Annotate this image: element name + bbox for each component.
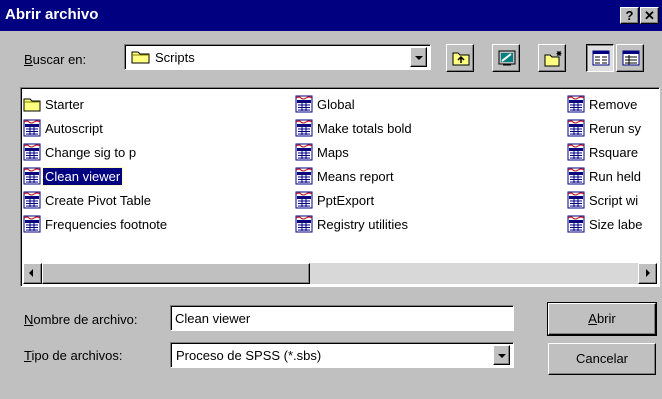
script-file-icon (23, 191, 43, 209)
look-in-label: Buscar en: (24, 52, 87, 67)
file-name-text: PptExport (317, 192, 375, 208)
up-one-level-button[interactable] (446, 44, 474, 72)
file-name-text: Change sig to p (45, 144, 137, 160)
script-file-icon (295, 95, 315, 113)
file-list-column-3: Remove Rerun sy Rsquare Run held Script wi Si… (567, 92, 659, 236)
script-file-icon (295, 119, 315, 137)
file-list[interactable]: Starter Autoscript Change sig to p Clean vi… (20, 87, 660, 287)
file-name-text: Rerun sy (589, 120, 642, 136)
file-list-item[interactable]: Create Pivot Table (23, 188, 295, 212)
file-name-text: Size labe (589, 216, 643, 232)
scroll-left-button[interactable] (23, 263, 42, 284)
file-list-item[interactable]: Remove (567, 92, 659, 116)
file-name-text: Frequencies footnote (45, 216, 168, 232)
file-list-column-1: Starter Autoscript Change sig to p Clean vi… (23, 92, 295, 236)
file-list-item[interactable]: Clean viewer (23, 164, 295, 188)
file-name-text: Autoscript (45, 120, 103, 136)
script-file-icon (567, 215, 587, 233)
list-view-button[interactable] (586, 44, 614, 72)
script-file-icon (23, 119, 43, 137)
script-file-icon (295, 191, 315, 209)
details-view-button[interactable] (616, 44, 644, 72)
script-file-icon (567, 191, 587, 209)
file-name-text: Maps (317, 144, 349, 160)
script-file-icon (23, 143, 43, 161)
file-list-item[interactable]: Rsquare (567, 140, 659, 164)
file-list-item[interactable]: Maps (295, 140, 567, 164)
scroll-right-button[interactable] (638, 263, 657, 284)
file-list-item[interactable]: Registry utilities (295, 212, 567, 236)
file-list-item[interactable]: Frequencies footnote (23, 212, 295, 236)
file-name-text: Create Pivot Table (45, 192, 151, 208)
new-folder-button[interactable] (538, 44, 566, 72)
file-name-label: Nombre de archivo: (24, 312, 138, 327)
file-list-item[interactable]: Script wi (567, 188, 659, 212)
file-name-text: Rsquare (589, 144, 639, 160)
file-list-item[interactable]: Size labe (567, 212, 659, 236)
script-file-icon (295, 143, 315, 161)
help-button[interactable]: ? (620, 7, 639, 24)
file-name-text: Means report (317, 168, 394, 184)
close-button[interactable]: ✕ (640, 7, 659, 24)
file-type-dropdown-arrow[interactable] (493, 345, 510, 365)
script-file-icon (295, 167, 315, 185)
file-list-item[interactable]: Means report (295, 164, 567, 188)
file-type-select[interactable]: Proceso de SPSS (*.sbs) (170, 342, 514, 368)
script-file-icon (23, 167, 43, 185)
file-list-item[interactable]: Make totals bold (295, 116, 567, 140)
file-list-item[interactable]: Autoscript (23, 116, 295, 140)
file-name-text: Registry utilities (317, 216, 409, 232)
script-file-icon (567, 119, 587, 137)
script-file-icon (23, 215, 43, 233)
file-list-item[interactable]: Change sig to p (23, 140, 295, 164)
folder-icon (23, 95, 43, 113)
cancel-button[interactable]: Cancelar (548, 343, 656, 375)
script-file-icon (567, 167, 587, 185)
file-name-input[interactable]: Clean viewer (170, 305, 514, 331)
open-button[interactable]: Abrir (547, 302, 657, 336)
horizontal-scrollbar[interactable] (23, 263, 657, 284)
script-file-icon (295, 215, 315, 233)
look-in-dropdown-arrow[interactable] (410, 47, 427, 67)
file-name-text: Clean viewer (41, 166, 124, 186)
file-name-text: Global (317, 96, 355, 112)
file-list-item[interactable]: Run held (567, 164, 659, 188)
folder-icon (131, 49, 151, 68)
file-name-text: Run held (589, 168, 642, 184)
script-file-icon (567, 95, 587, 113)
script-file-icon (567, 143, 587, 161)
file-list-item[interactable]: Rerun sy (567, 116, 659, 140)
window-title: Abrir archivo (5, 6, 99, 23)
file-name-text: Make totals bold (317, 120, 412, 136)
title-bar: Abrir archivo ? ✕ (0, 0, 662, 31)
look-in-value: Scripts (155, 50, 195, 65)
file-list-column-2: Global Make totals bold Maps Means report Pp… (295, 92, 567, 236)
file-name-text: Starter (45, 96, 85, 112)
file-list-item[interactable]: Starter (23, 92, 295, 116)
look-in-combo[interactable]: Scripts (124, 44, 431, 70)
desktop-button[interactable] (492, 44, 520, 72)
file-list-item[interactable]: Global (295, 92, 567, 116)
file-name-value: Clean viewer (175, 311, 251, 326)
file-name-text: Remove (589, 96, 638, 112)
scroll-thumb[interactable] (42, 263, 310, 284)
file-name-text: Script wi (589, 192, 639, 208)
file-type-label: Tipo de archivos: (24, 348, 123, 363)
file-type-value: Proceso de SPSS (*.sbs) (176, 348, 322, 363)
file-list-item[interactable]: PptExport (295, 188, 567, 212)
